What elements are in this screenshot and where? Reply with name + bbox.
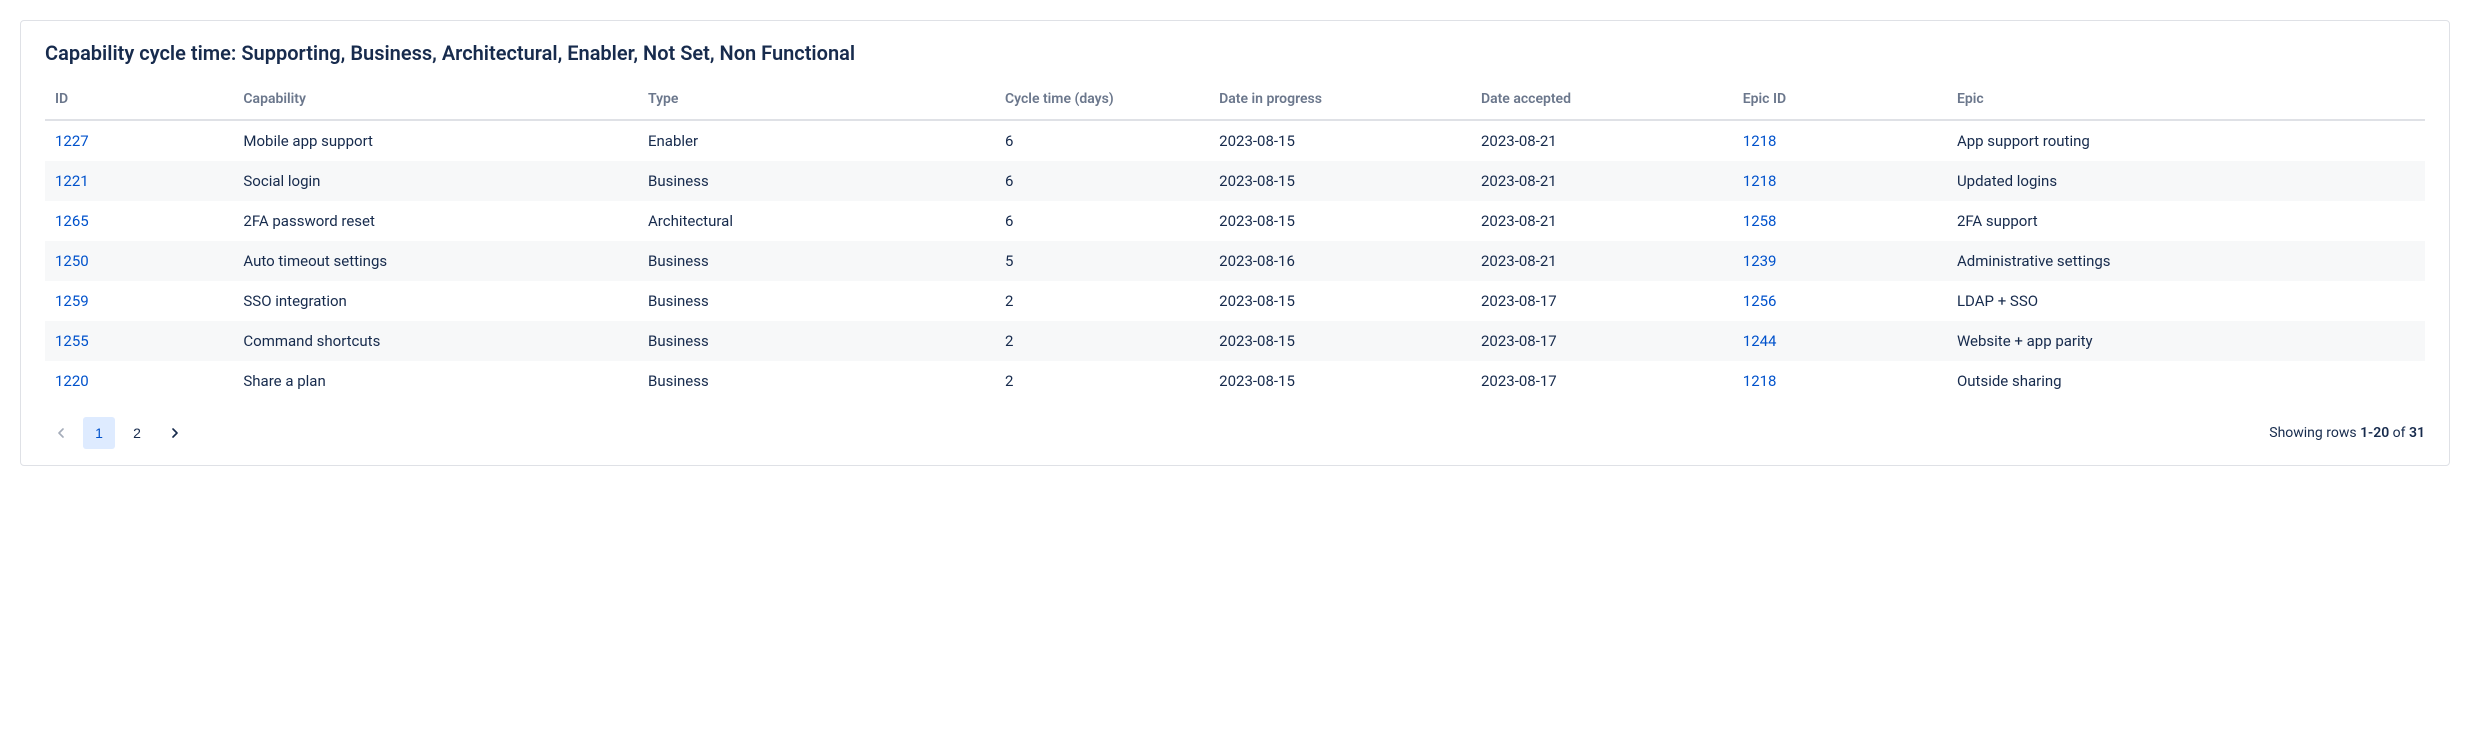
cycle-time-cell: 5 <box>997 241 1211 281</box>
capability-cell: Share a plan <box>235 361 640 401</box>
date-in-progress-cell: 2023-08-15 <box>1211 361 1473 401</box>
header-type[interactable]: Type <box>640 81 997 120</box>
rows-total: 31 <box>2409 425 2425 441</box>
date-accepted-cell: 2023-08-21 <box>1473 241 1735 281</box>
header-capability[interactable]: Capability <box>235 81 640 120</box>
chevron-left-icon <box>53 425 69 441</box>
table-row: 1227 Mobile app support Enabler 6 2023-0… <box>45 120 2425 161</box>
epic-cell: LDAP + SSO <box>1949 281 2425 321</box>
report-title: Capability cycle time: Supporting, Busin… <box>45 41 2425 65</box>
table-row: 1221 Social login Business 6 2023-08-15 … <box>45 161 2425 201</box>
epic-cell: App support routing <box>1949 120 2425 161</box>
header-epic-id[interactable]: Epic ID <box>1735 81 1949 120</box>
rows-of: of <box>2389 425 2409 441</box>
cycle-time-cell: 6 <box>997 201 1211 241</box>
table-row: 1259 SSO integration Business 2 2023-08-… <box>45 281 2425 321</box>
cycle-time-cell: 6 <box>997 120 1211 161</box>
epic-id-link[interactable]: 1218 <box>1743 372 1777 390</box>
epic-id-link[interactable]: 1218 <box>1743 172 1777 190</box>
rows-prefix: Showing rows <box>2269 425 2360 441</box>
next-page-button[interactable] <box>159 417 191 449</box>
date-accepted-cell: 2023-08-21 <box>1473 201 1735 241</box>
type-cell: Business <box>640 241 997 281</box>
header-date-in-progress[interactable]: Date in progress <box>1211 81 1473 120</box>
type-cell: Business <box>640 321 997 361</box>
epic-id-link[interactable]: 1256 <box>1743 292 1777 310</box>
header-row: ID Capability Type Cycle time (days) Dat… <box>45 81 2425 120</box>
date-in-progress-cell: 2023-08-15 <box>1211 281 1473 321</box>
capability-cell: 2FA password reset <box>235 201 640 241</box>
id-link[interactable]: 1255 <box>55 332 89 350</box>
date-accepted-cell: 2023-08-17 <box>1473 361 1735 401</box>
date-in-progress-cell: 2023-08-15 <box>1211 120 1473 161</box>
epic-id-link[interactable]: 1244 <box>1743 332 1777 350</box>
capability-cell: SSO integration <box>235 281 640 321</box>
capability-cell: Auto timeout settings <box>235 241 640 281</box>
date-accepted-cell: 2023-08-21 <box>1473 161 1735 201</box>
epic-id-link[interactable]: 1218 <box>1743 132 1777 150</box>
cycle-time-cell: 2 <box>997 281 1211 321</box>
date-in-progress-cell: 2023-08-15 <box>1211 321 1473 361</box>
table-footer: 1 2 Showing rows 1-20 of 31 <box>45 413 2425 449</box>
id-link[interactable]: 1221 <box>55 172 89 190</box>
table-row: 1265 2FA password reset Architectural 6 … <box>45 201 2425 241</box>
rows-info: Showing rows 1-20 of 31 <box>2269 425 2425 441</box>
cycle-time-cell: 6 <box>997 161 1211 201</box>
type-cell: Architectural <box>640 201 997 241</box>
pagination: 1 2 <box>45 417 191 449</box>
type-cell: Business <box>640 281 997 321</box>
epic-cell: Outside sharing <box>1949 361 2425 401</box>
type-cell: Business <box>640 361 997 401</box>
page-1-button[interactable]: 1 <box>83 417 115 449</box>
data-table: ID Capability Type Cycle time (days) Dat… <box>45 81 2425 401</box>
id-link[interactable]: 1265 <box>55 212 89 230</box>
epic-cell: Administrative settings <box>1949 241 2425 281</box>
table-body: 1227 Mobile app support Enabler 6 2023-0… <box>45 120 2425 401</box>
capability-cell: Social login <box>235 161 640 201</box>
id-link[interactable]: 1250 <box>55 252 89 270</box>
page-2-button[interactable]: 2 <box>121 417 153 449</box>
epic-cell: Website + app parity <box>1949 321 2425 361</box>
chevron-right-icon <box>167 425 183 441</box>
epic-cell: Updated logins <box>1949 161 2425 201</box>
cycle-time-cell: 2 <box>997 361 1211 401</box>
epic-id-link[interactable]: 1258 <box>1743 212 1777 230</box>
table-row: 1250 Auto timeout settings Business 5 20… <box>45 241 2425 281</box>
id-link[interactable]: 1220 <box>55 372 89 390</box>
rows-range: 1-20 <box>2360 425 2389 441</box>
type-cell: Enabler <box>640 120 997 161</box>
date-accepted-cell: 2023-08-17 <box>1473 281 1735 321</box>
header-date-accepted[interactable]: Date accepted <box>1473 81 1735 120</box>
capability-cell: Mobile app support <box>235 120 640 161</box>
table-row: 1220 Share a plan Business 2 2023-08-15 … <box>45 361 2425 401</box>
header-id[interactable]: ID <box>45 81 235 120</box>
date-in-progress-cell: 2023-08-16 <box>1211 241 1473 281</box>
type-cell: Business <box>640 161 997 201</box>
report-card: Capability cycle time: Supporting, Busin… <box>20 20 2450 466</box>
id-link[interactable]: 1259 <box>55 292 89 310</box>
cycle-time-cell: 2 <box>997 321 1211 361</box>
capability-cell: Command shortcuts <box>235 321 640 361</box>
prev-page-button[interactable] <box>45 417 77 449</box>
header-cycle-time[interactable]: Cycle time (days) <box>997 81 1211 120</box>
epic-id-link[interactable]: 1239 <box>1743 252 1777 270</box>
date-accepted-cell: 2023-08-21 <box>1473 120 1735 161</box>
header-epic[interactable]: Epic <box>1949 81 2425 120</box>
date-accepted-cell: 2023-08-17 <box>1473 321 1735 361</box>
table-row: 1255 Command shortcuts Business 2 2023-0… <box>45 321 2425 361</box>
epic-cell: 2FA support <box>1949 201 2425 241</box>
date-in-progress-cell: 2023-08-15 <box>1211 161 1473 201</box>
date-in-progress-cell: 2023-08-15 <box>1211 201 1473 241</box>
id-link[interactable]: 1227 <box>55 132 89 150</box>
